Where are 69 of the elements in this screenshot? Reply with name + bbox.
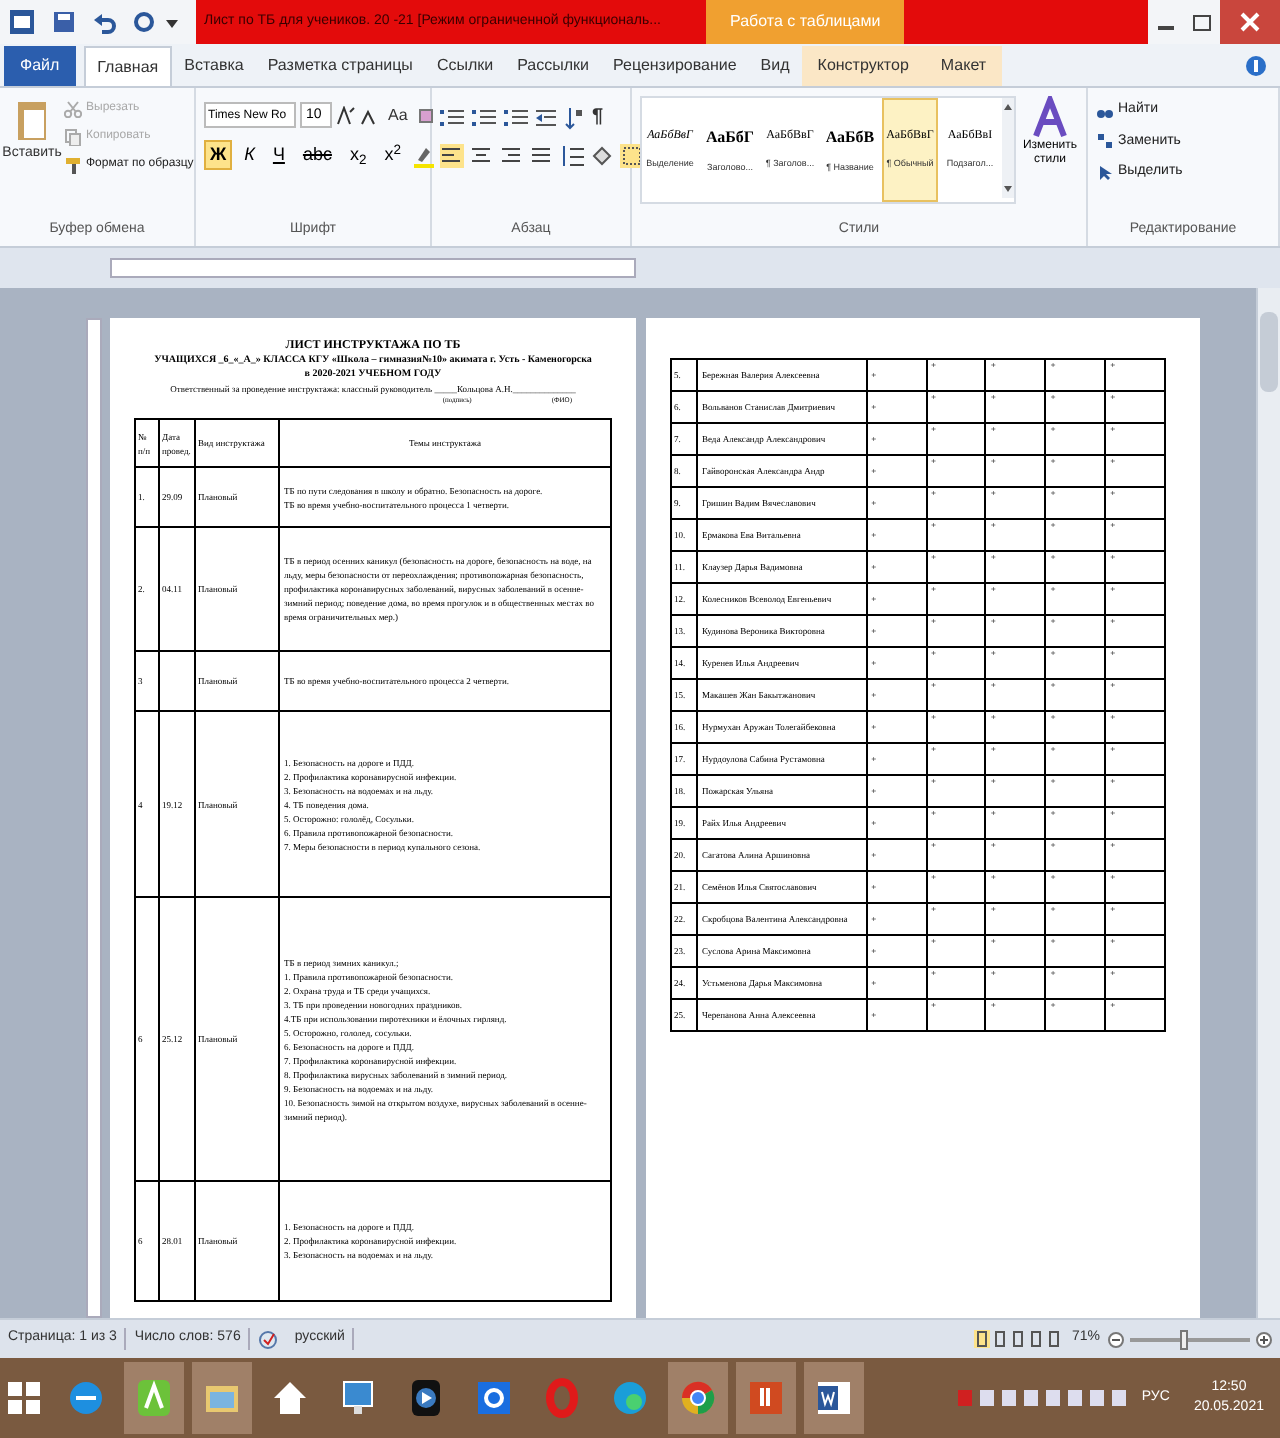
- line-spacing-icon[interactable]: [560, 144, 584, 168]
- format-button[interactable]: x$_{2}$: [343, 140, 373, 170]
- align-left-icon[interactable]: [440, 144, 464, 168]
- draft-icon[interactable]: [1045, 1330, 1062, 1348]
- pilcrow-button[interactable]: ¶: [592, 102, 604, 132]
- align-right-icon[interactable]: [500, 144, 524, 168]
- letter-a-icon: [1032, 96, 1068, 140]
- ribbon-tab[interactable]: Ссылки: [424, 46, 506, 86]
- help-icon[interactable]: [1244, 54, 1268, 78]
- change-case-button[interactable]: Аа: [384, 103, 412, 127]
- proofing-icon[interactable]: [258, 1329, 279, 1349]
- monitor-icon[interactable]: [338, 1378, 378, 1418]
- format-button[interactable]: К: [238, 140, 261, 170]
- style-preview: АаБбВ: [825, 125, 875, 150]
- highlighter-icon[interactable]: [413, 143, 433, 167]
- letter-a-app-icon: [134, 1378, 174, 1418]
- ribbon-tab[interactable]: Разметка страницы: [255, 46, 425, 86]
- chrome-icon: [678, 1378, 718, 1418]
- taskbar-button[interactable]: [124, 1362, 184, 1434]
- copy-icon: [64, 128, 82, 146]
- word-app-icon: [814, 1378, 854, 1418]
- close-button[interactable]: [1220, 0, 1280, 44]
- format-button[interactable]: Ж: [204, 140, 233, 170]
- table-cell: [159, 651, 195, 711]
- cursor-icon: [1096, 163, 1114, 182]
- scissors-icon: [64, 100, 82, 118]
- save-icon[interactable]: [52, 10, 76, 34]
- ribbon-tab[interactable]: Рецензирование: [601, 46, 749, 86]
- context-tab-label: Работа с таблицами: [706, 0, 905, 44]
- slider-thumb[interactable]: [1180, 1329, 1189, 1349]
- decrease-indent-icon[interactable]: [536, 107, 556, 127]
- zoom-out-icon[interactable]: [1108, 1331, 1124, 1347]
- style-preview: АаБбГ: [705, 125, 755, 150]
- web-layout-icon[interactable]: [1009, 1330, 1026, 1348]
- taskbar-button[interactable]: [804, 1362, 864, 1434]
- justify-icon[interactable]: [530, 144, 554, 168]
- scrollbar-thumb[interactable]: [1260, 312, 1278, 392]
- bullets-icon[interactable]: [440, 107, 464, 127]
- shrink-font-icon[interactable]: [360, 105, 380, 125]
- sort-icon[interactable]: [564, 105, 584, 129]
- align-center-icon[interactable]: [470, 144, 494, 168]
- reading-view-icon[interactable]: [991, 1330, 1008, 1348]
- at-sign-icon[interactable]: [474, 1378, 514, 1418]
- numbering-icon[interactable]: [472, 107, 496, 127]
- vertical-scrollbar[interactable]: [1256, 288, 1280, 1318]
- multilevel-list-icon[interactable]: [504, 107, 528, 127]
- house-icon[interactable]: [270, 1378, 310, 1418]
- styles-scroll-icon[interactable]: [1002, 98, 1014, 198]
- format-button[interactable]: abc: [296, 140, 338, 170]
- ribbon-tab[interactable]: Рассылки: [505, 46, 602, 86]
- format-button[interactable]: Ч: [266, 140, 291, 170]
- windows-icon[interactable]: [8, 1382, 40, 1414]
- clipboard-icon: [14, 96, 50, 144]
- media-player-icon[interactable]: [406, 1378, 446, 1418]
- ribbon-tab[interactable]: Вставка: [172, 46, 256, 86]
- undo-icon[interactable]: [92, 10, 116, 34]
- ribbon-tab[interactable]: Конструктор: [801, 46, 925, 86]
- print-layout-icon[interactable]: [973, 1330, 990, 1348]
- ribbon-tab[interactable]: Файл: [4, 46, 76, 86]
- ribbon-tab[interactable]: Главная: [83, 46, 173, 86]
- format-button[interactable]: x$^{2}$: [378, 140, 407, 170]
- zoom-in-icon[interactable]: [1256, 1331, 1272, 1347]
- close-icon: [1240, 12, 1260, 32]
- grow-font-icon[interactable]: [336, 105, 356, 125]
- taskbar-button[interactable]: [736, 1362, 796, 1434]
- ribbon-tab[interactable]: Вид: [748, 46, 802, 86]
- paintbrush-icon: [64, 156, 82, 174]
- ribbon-tab[interactable]: Макет: [924, 46, 1003, 86]
- outline-icon[interactable]: [1027, 1330, 1044, 1348]
